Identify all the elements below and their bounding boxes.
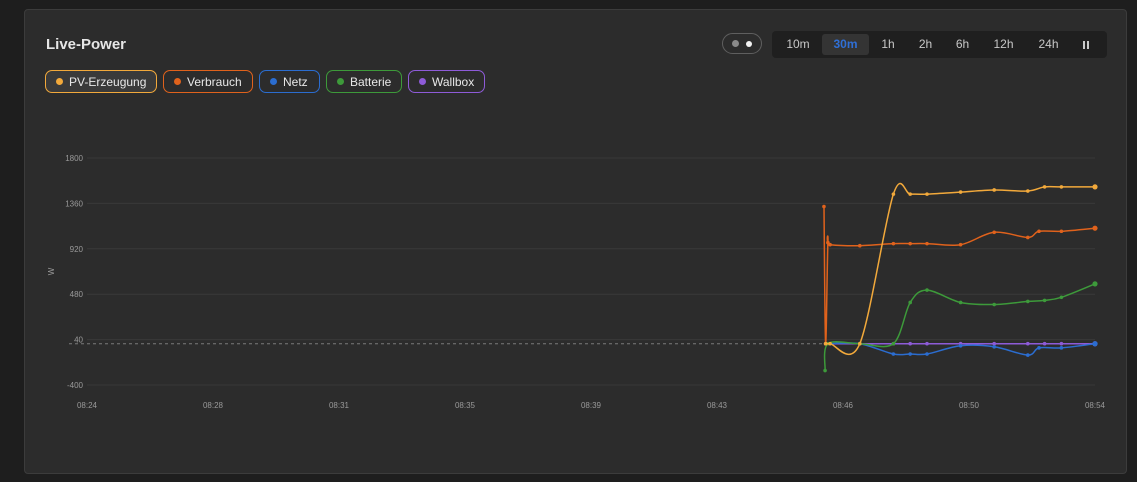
data-point-wallbox (1042, 341, 1047, 346)
data-point-verbrauch (958, 242, 963, 247)
data-point-wallbox (925, 341, 929, 346)
x-tick-label: 08:31 (329, 401, 350, 410)
x-tick-label: 08:54 (1085, 401, 1106, 410)
data-point-pv-erzeugung (1026, 189, 1030, 193)
data-point-netz (1026, 353, 1030, 357)
data-point-verbrauch (992, 230, 996, 235)
data-point-pv-erzeugung (1092, 184, 1098, 190)
data-point-verbrauch (908, 241, 912, 246)
x-tick-label: 08:24 (77, 401, 98, 410)
x-tick-label: 08:28 (203, 401, 224, 410)
data-point-verbrauch (1059, 229, 1064, 234)
data-point-pv-erzeugung (958, 190, 963, 194)
data-point-batterie (925, 288, 929, 292)
data-point-pv-erzeugung (992, 188, 996, 192)
data-point-batterie (823, 368, 827, 373)
x-tick-label: 08:43 (707, 401, 728, 410)
y-tick-label: 920 (70, 245, 84, 254)
y-axis-label: W (47, 267, 56, 275)
data-point-verbrauch (828, 242, 832, 247)
data-point-batterie (891, 341, 896, 346)
data-point-verbrauch (925, 241, 929, 246)
data-point-pv-erzeugung (828, 341, 832, 346)
data-point-netz (1092, 341, 1098, 347)
y-tick-label: 480 (70, 290, 84, 299)
data-point-pv-erzeugung (858, 341, 862, 346)
data-point-batterie (992, 302, 996, 307)
data-point-netz (1059, 346, 1064, 350)
data-point-verbrauch (1037, 229, 1041, 234)
data-point-batterie (908, 300, 912, 305)
live-power-card: Live-Power 10m 30m 1h 2h 6h 12h 24h PV-E… (24, 9, 1127, 474)
data-point-batterie (1042, 298, 1047, 303)
data-point-pv-erzeugung (925, 192, 929, 196)
data-point-wallbox (992, 341, 996, 346)
x-tick-label: 08:50 (959, 401, 980, 410)
x-tick-label: 08:46 (833, 401, 854, 410)
data-point-netz (925, 352, 929, 356)
data-point-pv-erzeugung (1042, 185, 1047, 189)
data-point-verbrauch (822, 204, 826, 209)
data-point-verbrauch (891, 241, 896, 246)
data-point-netz (908, 352, 912, 356)
data-point-netz (958, 343, 963, 348)
data-point-verbrauch (1026, 235, 1030, 240)
data-point-batterie (958, 300, 963, 305)
y-tick-label: 1800 (65, 154, 83, 163)
data-point-wallbox (1026, 341, 1030, 346)
data-point-verbrauch (1092, 225, 1098, 231)
data-point-pv-erzeugung (1059, 185, 1064, 189)
data-point-pv-erzeugung (823, 341, 828, 346)
series-line-verbrauch (823, 206, 1096, 345)
series-line-pv-erzeugung (825, 182, 1095, 355)
data-point-pv-erzeugung (891, 192, 896, 196)
data-point-netz (1037, 346, 1041, 350)
x-tick-label: 08:35 (455, 401, 476, 410)
data-point-batterie (1026, 299, 1030, 304)
line-chart: 1800136092048040-40008:24 08:28 08:31 08:35… (47, 154, 1106, 410)
data-point-wallbox (1059, 341, 1064, 346)
data-point-batterie (1059, 295, 1064, 300)
data-point-pv-erzeugung (908, 192, 912, 196)
data-point-batterie (1092, 281, 1098, 287)
y-tick-label: 1360 (65, 199, 83, 208)
x-tick-label: 08:39 (581, 401, 602, 410)
data-point-wallbox (908, 341, 912, 346)
data-point-netz (891, 352, 896, 356)
data-point-verbrauch (858, 243, 862, 248)
data-point-netz (992, 345, 996, 349)
y-tick-label: -400 (67, 381, 84, 390)
